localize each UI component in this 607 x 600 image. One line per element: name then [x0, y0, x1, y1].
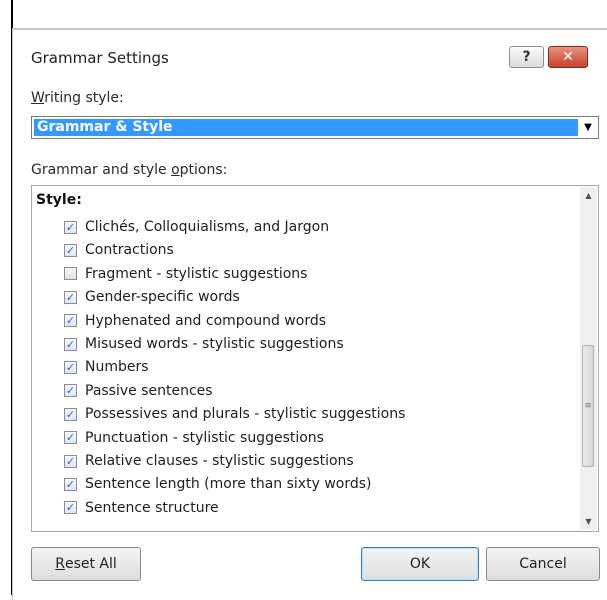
dialog-title: Grammar Settings: [31, 49, 169, 67]
writing-style-selected-value: Grammar & Style: [34, 119, 578, 136]
grammar-settings-dialog: Grammar Settings ? ✕ Writing style: Gram…: [12, 28, 607, 600]
close-icon: ✕: [562, 49, 574, 65]
scroll-down-arrow-icon[interactable]: ▼: [580, 513, 597, 530]
help-button[interactable]: ?: [509, 46, 544, 68]
checkbox-checked[interactable]: ✓: [64, 407, 77, 421]
list-item[interactable]: ✓ Clichés, Colloquialisms, and Jargon: [64, 216, 329, 238]
list-item-label: Relative clauses - stylistic suggestions: [85, 453, 354, 469]
checkbox-unchecked[interactable]: [64, 267, 77, 281]
scroll-thumb[interactable]: ≡: [582, 345, 594, 467]
title-bar: Grammar Settings ? ✕: [13, 30, 607, 74]
list-item[interactable]: ✓ Sentence structure: [64, 497, 219, 519]
grip-icon: ≡: [584, 401, 592, 411]
list-item[interactable]: ✓ Numbers: [64, 356, 149, 378]
checkbox-checked[interactable]: ✓: [64, 243, 77, 257]
checkbox-checked[interactable]: ✓: [64, 384, 77, 398]
grammar-options-list[interactable]: Style: ✓ Clichés, Colloquialisms, and Jar…: [31, 185, 599, 532]
close-button[interactable]: ✕: [548, 46, 588, 68]
ok-button[interactable]: OK: [361, 547, 479, 581]
list-item-label: Sentence structure: [85, 499, 219, 516]
list-item[interactable]: ✓ Punctuation - stylistic suggestions: [64, 427, 324, 449]
list-item[interactable]: ✓ Relative clauses - stylistic suggestion…: [64, 450, 354, 472]
checkbox-checked[interactable]: ✓: [64, 431, 77, 445]
chevron-down-icon[interactable]: ▼: [579, 118, 597, 137]
list-item[interactable]: ✓ Possessives and plurals - stylistic sug…: [64, 403, 405, 425]
list-item-label: Numbers: [85, 359, 149, 376]
list-item-label: Sentence length (more than sixty words): [85, 476, 372, 493]
list-item-label: Punctuation - stylistic suggestions: [85, 429, 324, 446]
help-icon: ?: [522, 49, 531, 65]
checkbox-checked[interactable]: ✓: [64, 314, 77, 328]
list-item-label: Possessives and plurals - stylistic sugg…: [85, 406, 406, 423]
list-item-label: Contractions: [85, 242, 174, 259]
checkbox-checked[interactable]: ✓: [64, 337, 77, 351]
checkbox-checked[interactable]: ✓: [64, 454, 77, 468]
list-item-label: Misused words - stylistic suggestions: [85, 336, 344, 352]
list-item-label: Hyphenated and compound words: [85, 312, 327, 329]
list-item[interactable]: ✓ Passive sentences: [64, 380, 213, 402]
list-item[interactable]: ✓ Hyphenated and compound words: [64, 310, 326, 332]
list-item-label: Gender-specific words: [85, 289, 240, 306]
list-item-label: Fragment - stylistic suggestions: [85, 265, 308, 282]
scroll-up-arrow-icon[interactable]: ▲: [580, 187, 597, 204]
checkbox-checked[interactable]: ✓: [64, 360, 77, 374]
list-item-label: Clichés, Colloquialisms, and Jargon: [85, 219, 330, 235]
writing-style-dropdown[interactable]: Grammar & Style ▼: [31, 116, 599, 139]
list-item[interactable]: Fragment - stylistic suggestions: [64, 263, 307, 285]
reset-all-button[interactable]: Reset All: [31, 547, 141, 581]
grammar-options-label: Grammar and style options:: [31, 162, 228, 178]
checkbox-checked[interactable]: ✓: [64, 290, 77, 304]
checkbox-checked[interactable]: ✓: [64, 477, 77, 491]
checkbox-checked[interactable]: ✓: [64, 501, 77, 515]
checkbox-checked[interactable]: ✓: [64, 220, 77, 234]
list-item[interactable]: ✓ Misused words - stylistic suggestions: [64, 333, 344, 355]
list-item[interactable]: ✓ Sentence length (more than sixty words): [64, 473, 372, 495]
list-item[interactable]: [64, 520, 85, 531]
list-item[interactable]: ✓ Gender-specific words: [64, 286, 240, 308]
writing-style-label: Writing style:: [31, 90, 124, 106]
list-item-label: Passive sentences: [85, 382, 213, 399]
cancel-button[interactable]: Cancel: [486, 547, 600, 581]
vertical-scrollbar[interactable]: ▲ ≡ ▼: [580, 187, 597, 530]
style-group-heading: Style:: [36, 192, 82, 208]
list-item[interactable]: ✓ Contractions: [64, 239, 174, 261]
